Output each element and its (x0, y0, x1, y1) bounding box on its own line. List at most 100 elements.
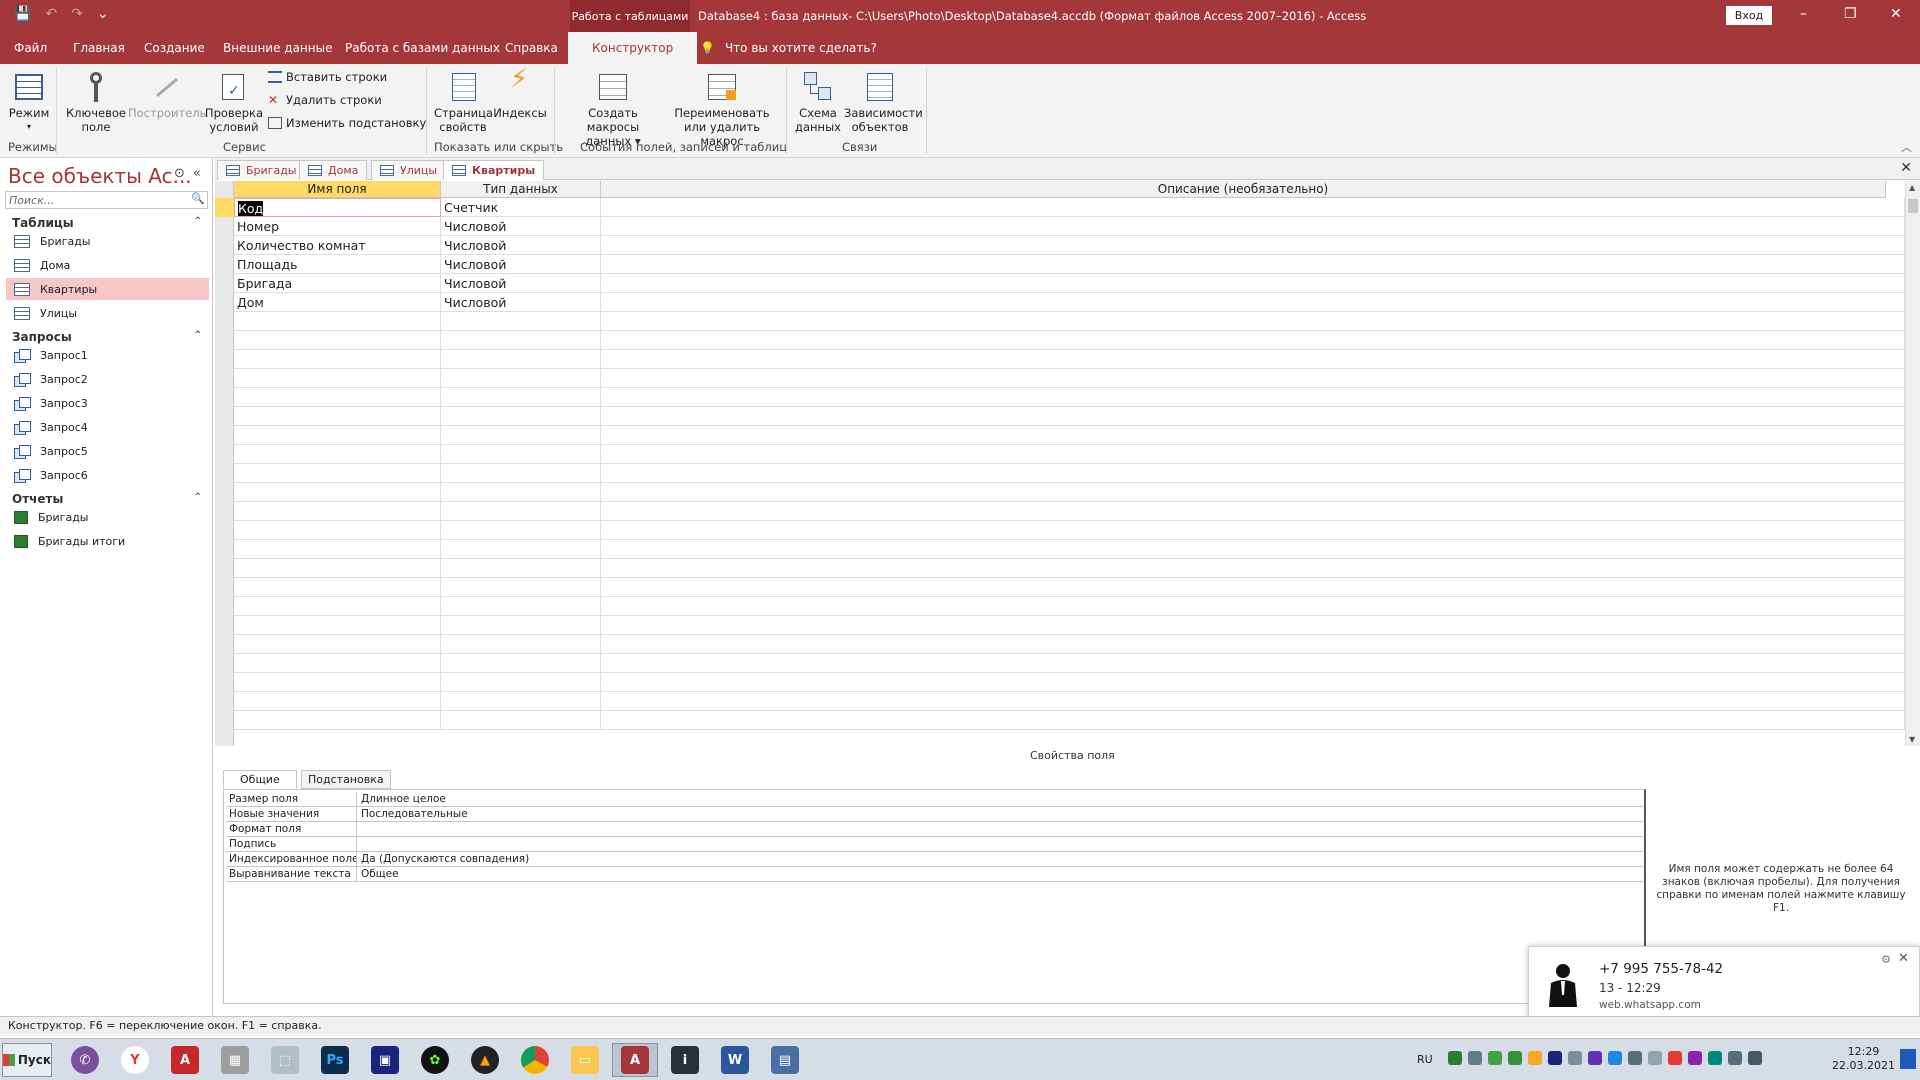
photoshop-icon[interactable]: Ps (312, 1043, 358, 1077)
property-value[interactable]: Последовательные (361, 807, 468, 821)
field-name-cell[interactable] (234, 578, 441, 597)
table-row[interactable] (234, 426, 1905, 445)
show-desktop-button[interactable] (1900, 1049, 1916, 1069)
file-explorer-icon[interactable]: ▭ (562, 1043, 608, 1077)
property-sheet-button[interactable]: Страница свойств (434, 66, 493, 134)
field-name-cell[interactable] (234, 350, 441, 369)
field-name-cell[interactable] (234, 388, 441, 407)
volume-icon[interactable] (1648, 1051, 1662, 1065)
nav-item-table-ulitsy[interactable]: Улицы (6, 302, 209, 324)
data-type-cell[interactable] (441, 350, 601, 369)
table-row[interactable]: Дом Числовой (234, 293, 1905, 312)
tab-help[interactable]: Справка (505, 41, 558, 55)
delete-rows-button[interactable]: ✕ Удалить строки (268, 93, 382, 107)
description-cell[interactable] (601, 198, 1905, 217)
search-icon[interactable]: 🔍 (191, 192, 205, 205)
property-row[interactable]: Формат поля (226, 822, 1643, 837)
data-type-cell[interactable]: Числовой (441, 217, 601, 236)
test-validation-button[interactable]: ✓ Проверка условий (204, 66, 264, 134)
tray-app-icon[interactable] (1528, 1051, 1542, 1065)
access-icon[interactable]: A (612, 1043, 658, 1077)
property-row[interactable]: Размер поля Длинное целое (226, 792, 1643, 807)
tray-app-icon[interactable] (1628, 1051, 1642, 1065)
nav-item-query-1[interactable]: Запрос1 (6, 344, 209, 366)
description-cell[interactable] (601, 331, 1905, 350)
tray-app-icon[interactable] (1488, 1051, 1502, 1065)
data-type-cell[interactable] (441, 369, 601, 388)
start-button[interactable]: Пуск (2, 1043, 52, 1077)
description-cell[interactable] (601, 578, 1905, 597)
table-row[interactable] (234, 464, 1905, 483)
description-cell[interactable] (601, 445, 1905, 464)
field-name-cell[interactable]: Бригада (234, 274, 441, 293)
info-tool-icon[interactable]: i (662, 1043, 708, 1077)
field-name-cell[interactable] (234, 635, 441, 654)
minimize-button[interactable]: – (1800, 6, 1807, 22)
tray-app-icon[interactable] (1548, 1051, 1562, 1065)
table-row[interactable] (234, 312, 1905, 331)
field-name-cell[interactable]: Площадь (234, 255, 441, 274)
table-row[interactable] (234, 350, 1905, 369)
field-name-cell[interactable] (234, 407, 441, 426)
data-type-cell[interactable] (441, 521, 601, 540)
data-type-cell[interactable] (441, 312, 601, 331)
rename-delete-macro-button[interactable]: Переименовать или удалить макрос (664, 66, 780, 148)
create-data-macros-button[interactable]: Создать макросы данных ▾ (562, 66, 664, 148)
primary-key-button[interactable]: Ключевое поле (64, 66, 128, 134)
property-row[interactable]: Подпись (226, 837, 1643, 852)
data-type-cell[interactable]: Числовой (441, 293, 601, 312)
table-row[interactable]: Код Счетчик (234, 198, 1905, 217)
table-row[interactable]: Бригада Числовой (234, 274, 1905, 293)
nav-item-query-4[interactable]: Запрос4 (6, 416, 209, 438)
nav-search-input[interactable]: Поиск... 🔍 (5, 191, 208, 209)
nav-item-query-2[interactable]: Запрос2 (6, 368, 209, 390)
language-indicator[interactable]: RU (1417, 1053, 1433, 1066)
description-cell[interactable] (601, 464, 1905, 483)
table-row[interactable] (234, 635, 1905, 654)
undo-icon[interactable]: ↶ (45, 6, 57, 22)
close-button[interactable]: ✕ (1890, 6, 1902, 22)
doc-tab-ulitsy[interactable]: Улицы (371, 160, 447, 180)
data-type-cell[interactable] (441, 692, 601, 711)
tab-create[interactable]: Создание (144, 41, 205, 55)
table-row[interactable] (234, 483, 1905, 502)
nav-item-report-brigady[interactable]: Бригады (6, 506, 209, 528)
close-document-icon[interactable]: ✕ (1900, 160, 1912, 176)
table-row[interactable]: Количество комнат Числовой (234, 236, 1905, 255)
tray-app-icon[interactable] (1708, 1051, 1722, 1065)
tray-app-icon[interactable] (1468, 1051, 1482, 1065)
property-value[interactable]: Общее (361, 867, 399, 881)
field-name-cell[interactable] (234, 540, 441, 559)
save-icon[interactable]: 💾 (14, 6, 31, 22)
data-type-cell[interactable] (441, 388, 601, 407)
field-name-cell[interactable] (234, 312, 441, 331)
aimp-icon[interactable]: ▲ (462, 1043, 508, 1077)
description-cell[interactable] (601, 711, 1905, 730)
field-name-cell[interactable] (234, 331, 441, 350)
tab-lookup[interactable]: Подстановка (301, 770, 391, 789)
nav-item-report-brigady-itogi[interactable]: Бригады итоги (6, 530, 209, 552)
scroll-down-icon[interactable]: ▼ (1909, 735, 1915, 744)
property-row[interactable]: Выравнивание текста Общее (226, 867, 1643, 882)
viber-icon[interactable]: ✆ (62, 1043, 108, 1077)
signin-button[interactable]: Вход (1726, 6, 1772, 25)
description-cell[interactable] (601, 597, 1905, 616)
table-row[interactable] (234, 388, 1905, 407)
customize-qat-icon[interactable]: ⌄ (97, 6, 109, 22)
builder-button[interactable]: Построитель (128, 66, 206, 120)
description-cell[interactable] (601, 426, 1905, 445)
doc-tab-doma[interactable]: Дома (299, 160, 368, 180)
description-cell[interactable] (601, 350, 1905, 369)
description-cell[interactable] (601, 483, 1905, 502)
table-row[interactable] (234, 540, 1905, 559)
gear-icon[interactable]: ⚙ (1881, 953, 1891, 966)
property-value[interactable]: Да (Допускаются совпадения) (361, 852, 529, 866)
field-name-cell[interactable] (234, 521, 441, 540)
description-cell[interactable] (601, 692, 1905, 711)
data-type-cell[interactable] (441, 673, 601, 692)
tell-me-box[interactable]: 💡 Что вы хотите сделать? (700, 41, 877, 55)
table-row[interactable] (234, 597, 1905, 616)
data-type-cell[interactable] (441, 483, 601, 502)
nav-item-query-6[interactable]: Запрос6 (6, 464, 209, 486)
nav-pane-title[interactable]: Все объекты Ac... (8, 164, 192, 188)
